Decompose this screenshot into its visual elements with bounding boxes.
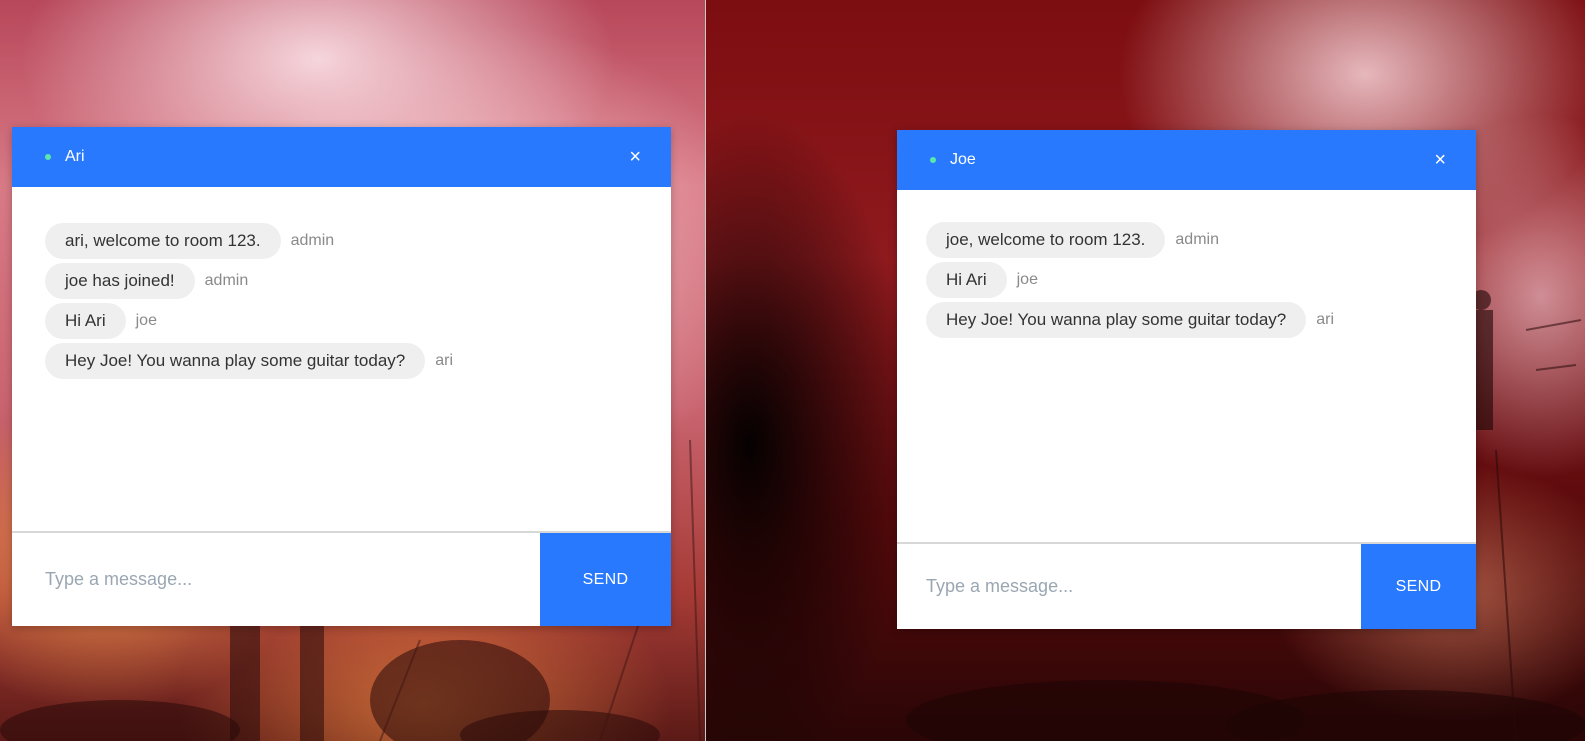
chat-username: Joe <box>950 151 976 168</box>
chat-header: Ari × <box>12 127 671 187</box>
message-bubble: Hi Ari <box>45 303 126 339</box>
message-sender: ari <box>435 352 454 369</box>
message-row: Hi Ari joe <box>926 262 1444 298</box>
message-bubble: joe, welcome to room 123. <box>926 222 1166 258</box>
message-row: joe has joined! admin <box>45 263 639 299</box>
message-input[interactable] <box>897 544 1361 629</box>
message-bubble: joe has joined! <box>45 263 195 299</box>
message-list: ari, welcome to room 123. admin joe has … <box>12 187 671 531</box>
chat-username: Ari <box>65 148 85 165</box>
message-row: joe, welcome to room 123. admin <box>926 222 1444 258</box>
message-sender: admin <box>204 272 249 289</box>
message-bubble: Hey Joe! You wanna play some guitar toda… <box>45 343 426 379</box>
message-list: joe, welcome to room 123. admin Hi Ari j… <box>897 190 1476 542</box>
message-row: Hi Ari joe <box>45 303 639 339</box>
message-sender: joe <box>1016 271 1038 288</box>
send-button[interactable]: SEND <box>1361 544 1476 629</box>
message-composer: SEND <box>12 531 671 626</box>
chat-window-ari: Ari × ari, welcome to room 123. admin jo… <box>12 127 671 626</box>
message-composer: SEND <box>897 542 1476 629</box>
message-row: Hey Joe! You wanna play some guitar toda… <box>45 343 639 379</box>
message-row: Hey Joe! You wanna play some guitar toda… <box>926 302 1444 338</box>
message-sender: admin <box>1175 231 1219 248</box>
message-sender: ari <box>1316 311 1335 328</box>
message-bubble: Hey Joe! You wanna play some guitar toda… <box>926 302 1307 338</box>
window-divider <box>705 0 706 741</box>
message-sender: admin <box>290 232 335 249</box>
close-icon[interactable]: × <box>629 147 641 167</box>
close-icon[interactable]: × <box>1434 150 1446 170</box>
message-row: ari, welcome to room 123. admin <box>45 223 639 259</box>
message-input[interactable] <box>12 533 540 626</box>
chat-window-joe: Joe × joe, welcome to room 123. admin Hi… <box>897 130 1476 629</box>
message-bubble: ari, welcome to room 123. <box>45 223 281 259</box>
send-button[interactable]: SEND <box>540 533 671 626</box>
message-sender: joe <box>135 312 157 329</box>
message-bubble: Hi Ari <box>926 262 1007 298</box>
online-status-dot <box>930 157 936 163</box>
chat-header: Joe × <box>897 130 1476 190</box>
online-status-dot <box>45 154 51 160</box>
